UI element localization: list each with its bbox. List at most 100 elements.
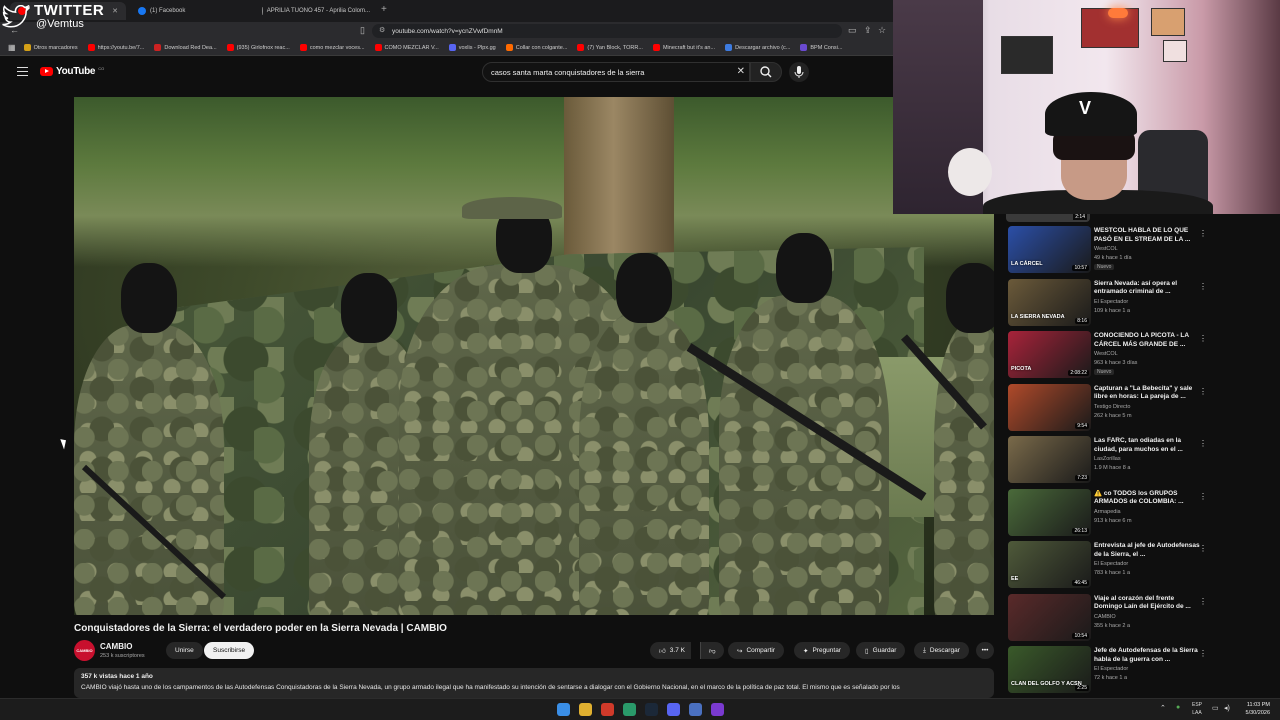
tray-chevron-icon[interactable]: ⌃ (1160, 704, 1166, 712)
tab-facebook[interactable]: (1) Facebook (130, 2, 254, 20)
join-button[interactable]: Unirse (166, 642, 203, 659)
ask-button[interactable]: ✦ Preguntar (794, 642, 850, 659)
partial-thumbnail[interactable]: 2:14 (1006, 214, 1090, 222)
menu-icon[interactable] (17, 67, 28, 76)
bookmark-item[interactable]: COMO MEZCLAR V... (374, 44, 439, 51)
start-menu-icon[interactable] (557, 703, 570, 716)
site-info-icon[interactable]: ⚙ (379, 26, 385, 34)
video-thumbnail[interactable]: PICOTA 2:08:22 (1008, 331, 1091, 378)
bookmark-item[interactable]: Collar con colgante... (505, 44, 567, 51)
recommended-video[interactable]: 9:54 Capturan a "La Bebecita" y sale libr… (1006, 383, 1216, 434)
more-actions-button[interactable]: ••• (976, 642, 994, 659)
voice-search-button[interactable] (789, 62, 809, 82)
channel-name[interactable]: CAMBIO (100, 642, 132, 651)
share-icon[interactable]: ⇪ (864, 25, 872, 36)
bookmark-item[interactable]: Minecraft but it's an... (652, 44, 715, 51)
bookmark-item[interactable]: (935) Girlofnox reac... (226, 44, 290, 51)
bookmark-icon[interactable]: ▯ (360, 25, 365, 36)
more-options-icon[interactable]: ⋮ (1199, 282, 1207, 291)
recommended-video[interactable]: EE 46:45 Entrevista al jefe de Autodefensa… (1006, 541, 1216, 591)
recommended-video-title[interactable]: Jefe de Autodefensas de la Sierra habla … (1094, 647, 1202, 664)
video-thumbnail[interactable]: LA SIERRA NEVADA 8:16 (1008, 278, 1091, 326)
video-thumbnail[interactable]: 26:13 (1008, 488, 1091, 536)
recommended-video-title[interactable]: Viaje al corazón del frente Domingo Laín… (1094, 595, 1202, 612)
like-button[interactable]: 👍︎ 3.7 K (650, 642, 691, 659)
more-options-icon[interactable]: ⋮ (1199, 597, 1207, 606)
recommended-video-channel[interactable]: El Espectador (1094, 666, 1128, 672)
bookmark-item[interactable]: https://youtu.be/7... (87, 44, 144, 51)
bookmark-item[interactable]: como mezclar voces... (299, 44, 365, 51)
apps-grid-icon[interactable]: ▦ (8, 43, 16, 52)
recommended-video-channel[interactable]: WestCOL (1094, 351, 1118, 357)
app-blue-icon[interactable] (689, 703, 702, 716)
clear-search-icon[interactable]: ✕ (737, 66, 745, 77)
recommended-video-title[interactable]: Capturan a "La Bebecita" y sale libre en… (1094, 385, 1202, 402)
recommended-video-channel[interactable]: CAMBIO (1094, 614, 1116, 620)
recommended-video[interactable]: LA SIERRA NEVADA 8:16 Sierra Nevada: así o… (1006, 278, 1216, 329)
download-button[interactable]: ⤓ Descargar (914, 642, 969, 659)
close-tab-icon[interactable]: ✕ (112, 7, 118, 15)
share-button[interactable]: ↪ Compartir (728, 642, 784, 659)
channel-avatar[interactable]: CAMBIO (74, 640, 95, 661)
more-options-icon[interactable]: ⋮ (1199, 439, 1207, 448)
video-player[interactable] (74, 97, 994, 615)
more-options-icon[interactable]: ⋮ (1199, 492, 1207, 501)
video-thumbnail[interactable]: 10:54 (1008, 593, 1091, 641)
subscribe-button[interactable]: Suscribirse (204, 642, 255, 659)
bookmark-item[interactable]: (7) Yan Block, TORR... (577, 44, 643, 51)
video-thumbnail[interactable]: LA CÁRCEL 10:57 (1008, 226, 1091, 273)
recommended-video-channel[interactable]: Testigo Directo (1094, 404, 1130, 410)
recommended-video-title[interactable]: ⚠️ co TODOS los GRUPOS ARMADOS de COLOMB… (1094, 490, 1202, 507)
more-options-icon[interactable]: ⋮ (1199, 229, 1207, 238)
recommended-video-title[interactable]: CONOCIENDO LA PICOTA - LA CÁRCEL MÁS GRA… (1094, 332, 1202, 349)
discord-icon[interactable] (667, 703, 680, 716)
recommended-video-channel[interactable]: LasZorillas (1094, 456, 1121, 462)
recommended-video-channel[interactable]: WestCOL (1094, 246, 1118, 252)
language-indicator[interactable]: ESP LAA (1192, 701, 1202, 717)
video-thumbnail[interactable]: 7:23 (1008, 436, 1091, 483)
cast-icon[interactable]: ▭ (848, 25, 857, 36)
tray-app-icon[interactable]: ● (1176, 704, 1180, 711)
save-button[interactable]: ▯ Guardar (856, 642, 906, 659)
recommended-video[interactable]: LA CÁRCEL 10:57 WESTCOL HABLA DE LO QUE PA… (1006, 226, 1216, 276)
recommended-video[interactable]: PICOTA 2:08:22 CONOCIENDO LA PICOTA - LA C… (1006, 331, 1216, 381)
star-icon[interactable]: ☆ (878, 25, 886, 36)
brave-browser-icon[interactable] (601, 703, 614, 716)
recommended-video[interactable]: 10:54 Viaje al corazón del frente Domingo… (1006, 593, 1216, 644)
system-clock[interactable]: 11:03 PM 5/30/2026 (1246, 701, 1270, 717)
search-input[interactable]: casos santa marta conquistadores de la s… (482, 62, 750, 82)
bookmark-item[interactable]: Descargar archivo (c... (725, 44, 790, 51)
app-green-icon[interactable] (623, 703, 636, 716)
bookmark-item[interactable]: BPM Consi... (800, 44, 842, 51)
file-explorer-icon[interactable] (579, 703, 592, 716)
video-description[interactable]: 357 k vistas hace 1 año CAMBIO viajó has… (74, 668, 994, 698)
search-button[interactable] (750, 62, 782, 82)
recommended-video-title[interactable]: Sierra Nevada: así opera el entramado cr… (1094, 280, 1202, 297)
youtube-logo[interactable]: YouTube CO (40, 66, 104, 77)
tab-aprilia[interactable]: APRILIA TUONO 457 - Aprilia Colom... (254, 2, 378, 20)
bookmark-item[interactable]: Otros marcadores (23, 44, 78, 51)
bookmark-item[interactable]: voxlis - Plpx.gg (448, 44, 496, 51)
recommended-video[interactable]: 7:23 Las FARC, tan odiadas en la ciudad, … (1006, 436, 1216, 486)
video-thumbnail[interactable]: CLAN DEL GOLFO Y ACSN 2:25 (1008, 646, 1091, 693)
address-bar[interactable]: ⚙ youtube.com/watch?v=ycnZVwfDmnM (372, 24, 842, 38)
recommended-video-channel[interactable]: Armapedia (1094, 509, 1121, 515)
video-thumbnail[interactable]: 9:54 (1008, 383, 1091, 431)
new-tab-button[interactable]: + (381, 4, 387, 15)
recommended-video[interactable]: 26:13 ⚠️ co TODOS los GRUPOS ARMADOS de C… (1006, 488, 1216, 539)
more-options-icon[interactable]: ⋮ (1199, 334, 1207, 343)
recommended-video[interactable]: CLAN DEL GOLFO Y ACSN 2:25 Jefe de Autodef… (1006, 646, 1216, 694)
recommended-video-title[interactable]: Entrevista al jefe de Autodefensas de la… (1094, 542, 1202, 559)
more-options-icon[interactable]: ⋮ (1199, 387, 1207, 396)
more-options-icon[interactable]: ⋮ (1199, 649, 1207, 658)
recommended-video-title[interactable]: Las FARC, tan odiadas en la ciudad, para… (1094, 437, 1202, 454)
video-thumbnail[interactable]: EE 46:45 (1008, 541, 1091, 588)
bookmark-item[interactable]: Download Red Dea... (154, 44, 217, 51)
recommended-video-channel[interactable]: El Espectador (1094, 299, 1128, 305)
recommended-video-channel[interactable]: El Espectador (1094, 561, 1128, 567)
more-options-icon[interactable]: ⋮ (1199, 544, 1207, 553)
dislike-button[interactable]: 👎︎ (700, 642, 724, 659)
app-purple-icon[interactable] (711, 703, 724, 716)
steam-icon[interactable] (645, 703, 658, 716)
recommended-video-title[interactable]: WESTCOL HABLA DE LO QUE PASÓ EN EL STREA… (1094, 227, 1202, 244)
